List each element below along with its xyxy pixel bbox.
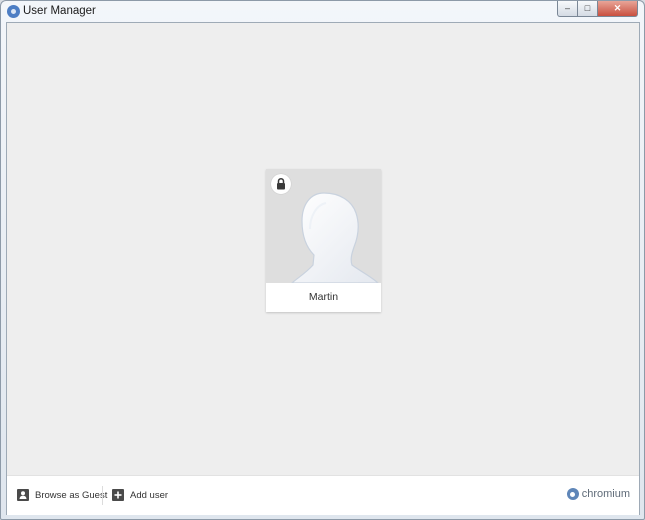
profile-avatar[interactable] [266, 169, 381, 283]
close-icon: ✕ [613, 3, 622, 13]
lock-icon [277, 177, 285, 190]
add-user-label: Add user [130, 489, 169, 501]
minimize-button[interactable]: – [557, 1, 578, 17]
person-icon [17, 489, 29, 501]
window-controls: – □ ✕ [557, 1, 638, 17]
bottom-bar-divider [102, 486, 103, 505]
chromium-logo: chromium [566, 488, 630, 500]
add-user-button[interactable]: Add user [112, 485, 168, 505]
bottom-bar: Browse as Guest Add user chromium [7, 475, 639, 515]
maximize-button[interactable]: □ [578, 1, 598, 17]
maximize-icon: □ [584, 3, 591, 13]
user-manager-window: User Manager – □ ✕ Martin Browse as Gues… [0, 0, 645, 520]
user-manager-content: Martin Browse as Guest Add user chromium [6, 22, 640, 515]
browse-as-guest-label: Browse as Guest [35, 489, 108, 501]
chromium-app-icon [7, 5, 20, 18]
profile-card[interactable]: Martin [266, 169, 381, 312]
browse-as-guest-button[interactable]: Browse as Guest [17, 485, 107, 505]
profile-name: Martin [308, 291, 339, 303]
minimize-icon: – [564, 3, 570, 13]
chromium-logo-icon [566, 488, 579, 500]
title-bar[interactable]: User Manager – □ ✕ [1, 1, 644, 22]
window-title: User Manager [23, 5, 96, 17]
lock-badge [271, 174, 291, 194]
close-button[interactable]: ✕ [598, 1, 638, 17]
chromium-logo-text: chromium [581, 488, 630, 500]
plus-icon [112, 489, 124, 501]
